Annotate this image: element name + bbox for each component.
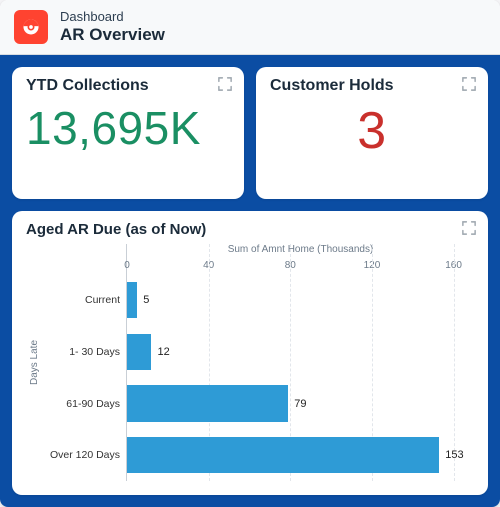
category-label: Over 120 Days [44, 429, 126, 481]
header-text: Dashboard AR Overview [60, 10, 165, 44]
kpi-value: 3 [270, 101, 474, 161]
y-axis-label-wrap: Days Late [26, 244, 44, 481]
x-axis-label-spacer [44, 244, 126, 260]
bar-row: 153 [127, 429, 474, 481]
plot-area: Sum of Amnt Home (Thousands) 04080120160… [126, 244, 474, 481]
dashboard-frame: Dashboard AR Overview YTD Collections 13… [0, 0, 500, 507]
header-bar: Dashboard AR Overview [0, 0, 500, 55]
expand-icon[interactable] [218, 77, 232, 91]
category-label: 1- 30 Days [44, 326, 126, 378]
bar[interactable]: 12 [127, 334, 151, 370]
category-column: Current1- 30 Days61-90 DaysOver 120 Days [44, 244, 126, 481]
expand-icon[interactable] [462, 77, 476, 91]
bar-row: 5 [127, 274, 474, 326]
tick-row-spacer [44, 260, 126, 274]
chart-card-aged-ar[interactable]: Aged AR Due (as of Now) Days Late Curren… [12, 211, 488, 495]
page-title: AR Overview [60, 25, 165, 45]
y-axis-label: Days Late [30, 340, 41, 385]
bar[interactable]: 153 [127, 437, 439, 473]
kpi-title: Customer Holds [270, 77, 474, 95]
app-icon [14, 10, 48, 44]
chart-title: Aged AR Due (as of Now) [26, 221, 474, 238]
kpi-value: 13,695K [26, 101, 230, 155]
x-tick: 0 [124, 260, 130, 271]
dashboard-body: YTD Collections 13,695K Customer Holds 3… [0, 55, 500, 507]
bar-row: 12 [127, 326, 474, 378]
x-axis-label: Sum of Amnt Home (Thousands) [127, 244, 474, 260]
kpi-title: YTD Collections [26, 77, 230, 95]
bar-row: 79 [127, 378, 474, 430]
dashboard-label: Dashboard [60, 10, 165, 25]
bar-value-label: 79 [294, 398, 306, 410]
kpi-card-customer-holds[interactable]: Customer Holds 3 [256, 67, 488, 199]
category-label: Current [44, 274, 126, 326]
category-label: 61-90 Days [44, 378, 126, 430]
chart-area: Days Late Current1- 30 Days61-90 DaysOve… [26, 244, 474, 481]
kpi-row: YTD Collections 13,695K Customer Holds 3 [12, 67, 488, 199]
bar-value-label: 5 [143, 294, 149, 306]
bar[interactable]: 79 [127, 385, 288, 421]
category-labels: Current1- 30 Days61-90 DaysOver 120 Days [44, 274, 126, 481]
pokeball-icon [21, 17, 41, 37]
bar-value-label: 12 [157, 346, 169, 358]
bar[interactable]: 5 [127, 282, 137, 318]
expand-icon[interactable] [462, 221, 476, 235]
kpi-card-ytd-collections[interactable]: YTD Collections 13,695K [12, 67, 244, 199]
x-axis-ticks: 04080120160 [127, 260, 474, 274]
bar-value-label: 153 [445, 449, 463, 461]
bars-container: 5 12 79 153 [127, 274, 474, 481]
